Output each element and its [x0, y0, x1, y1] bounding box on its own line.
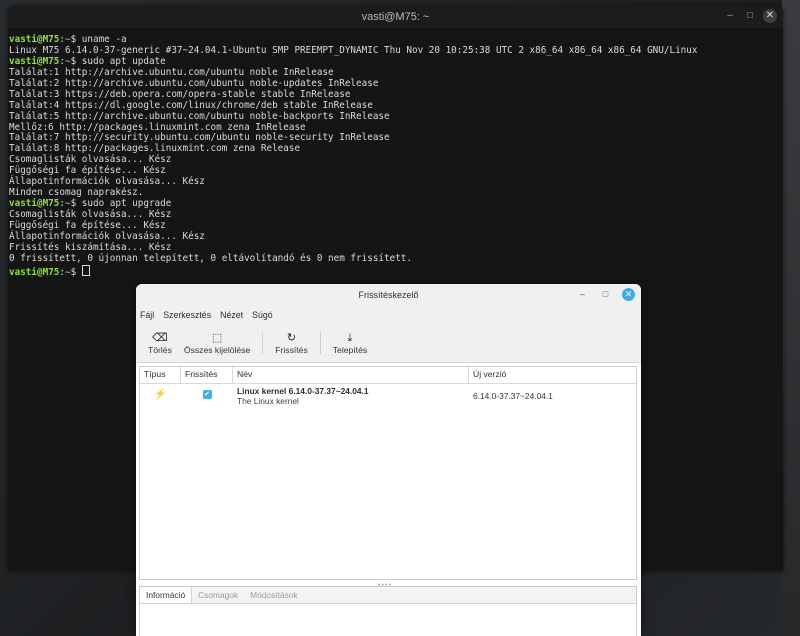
- update-manager-window-controls: ‒ □ ✕: [576, 288, 635, 301]
- prompt-command: sudo apt upgrade: [81, 198, 172, 210]
- prompt-path: ~: [64, 55, 71, 67]
- details-tabbar: Információ Csomagok Módosítások: [140, 587, 636, 604]
- terminal-prompt-line: vasti@M75:~$: [9, 264, 783, 278]
- column-header-name[interactable]: Név: [233, 367, 469, 383]
- details-panel: Információ Csomagok Módosítások: [139, 586, 637, 636]
- name-cell: Linux kernel 6.14.0-37.37~24.04.1 The Li…: [233, 384, 469, 412]
- toolbar-separator: [262, 332, 264, 354]
- terminal-output[interactable]: vasti@M75:~$ uname -a Linux M75 6.14.0-37…: [8, 28, 783, 278]
- prompt-user: vasti@M75: [9, 266, 60, 278]
- update-manager-titlebar[interactable]: Frissítéskezelő ‒ □ ✕: [136, 284, 641, 306]
- prompt-path: ~: [64, 198, 71, 210]
- select-all-button-label: Összes kijelölése: [183, 345, 251, 355]
- menu-help[interactable]: Súgó: [252, 310, 273, 320]
- prompt-command: uname -a: [81, 34, 127, 45]
- terminal-output-line: Találat:3 https://deb.opera.com/opera-st…: [9, 88, 351, 100]
- table-row[interactable]: ⚡ ✔ Linux kernel 6.14.0-37.37~24.04.1 Th…: [140, 384, 636, 412]
- minimize-icon[interactable]: ‒: [576, 288, 589, 301]
- terminal-cursor: [81, 264, 90, 276]
- menubar: Fájl Szerkesztés Nézet Súgó: [136, 306, 641, 324]
- prompt-path: ~: [64, 266, 71, 278]
- tab-packages[interactable]: Csomagok: [192, 587, 244, 603]
- update-checkbox-cell: ✔: [181, 384, 233, 412]
- menu-file[interactable]: Fájl: [140, 310, 154, 320]
- clear-icon: ⌫: [152, 332, 168, 344]
- tab-changes[interactable]: Módosítások: [244, 587, 303, 603]
- refresh-icon: ↻: [286, 332, 297, 344]
- close-icon[interactable]: ✕: [763, 9, 777, 23]
- kernel-icon: ⚡: [154, 389, 167, 400]
- column-header-new-version[interactable]: Új verzió: [469, 367, 636, 383]
- update-checkbox[interactable]: ✔: [202, 390, 212, 399]
- select-all-icon: ⬚: [211, 332, 223, 344]
- select-all-button[interactable]: ⬚ Összes kijelölése: [178, 331, 256, 355]
- list-header: Típus Frissítés Név Új verzió: [140, 367, 636, 384]
- tab-information[interactable]: Információ: [140, 587, 193, 603]
- terminal-output-line: Találat:5 http://archive.ubuntu.com/ubun…: [9, 110, 390, 122]
- update-manager-title: Frissítéskezelő: [358, 290, 419, 300]
- package-description: The Linux kernel: [237, 396, 299, 406]
- column-header-type[interactable]: Típus: [140, 367, 181, 383]
- terminal-output-line: 0 frissített, 0 újonnan telepített, 0 el…: [9, 252, 412, 264]
- updates-list[interactable]: Típus Frissítés Név Új verzió ⚡ ✔ Linux …: [139, 366, 637, 580]
- minimize-icon[interactable]: ‒: [723, 9, 737, 23]
- close-icon[interactable]: ✕: [622, 288, 635, 301]
- update-manager-window[interactable]: Frissítéskezelő ‒ □ ✕ Fájl Szerkesztés N…: [136, 284, 641, 636]
- maximize-icon[interactable]: □: [599, 288, 612, 301]
- clear-button-label: Törlés: [148, 345, 172, 355]
- clear-button[interactable]: ⌫ Törlés: [142, 331, 178, 355]
- terminal-output-line: Találat:4 https://dl.google.com/linux/ch…: [9, 99, 373, 111]
- install-button[interactable]: ⤓ Telepítés: [327, 331, 373, 355]
- prompt-path: ~: [64, 34, 71, 45]
- terminal-title: vasti@M75: ~: [361, 11, 430, 23]
- prompt-user: vasti@M75: [9, 198, 60, 210]
- install-button-label: Telepítés: [332, 345, 368, 355]
- desktop-edge: [782, 0, 800, 636]
- terminal-window-controls: ‒ □ ✕: [723, 9, 777, 23]
- package-name: Linux kernel 6.14.0-37.37~24.04.1: [237, 386, 369, 396]
- prompt-user: vasti@M75: [9, 34, 60, 45]
- column-header-update[interactable]: Frissítés: [181, 367, 233, 383]
- new-version-cell: 6.14.0-37.37~24.04.1: [473, 391, 553, 401]
- refresh-button-label: Frissítés: [275, 345, 308, 355]
- menu-edit[interactable]: Szerkesztés: [163, 310, 211, 320]
- menu-view[interactable]: Nézet: [220, 310, 243, 320]
- toolbar: ⌫ Törlés ⬚ Összes kijelölése ↻ Frissítés…: [136, 324, 641, 363]
- terminal-titlebar[interactable]: vasti@M75: ~ ‒ □ ✕: [8, 6, 783, 28]
- toolbar-separator: [319, 332, 321, 354]
- maximize-icon[interactable]: □: [743, 9, 757, 23]
- refresh-button[interactable]: ↻ Frissítés: [269, 331, 313, 355]
- install-icon: ⤓: [347, 332, 353, 344]
- prompt-command: sudo apt update: [81, 55, 166, 67]
- prompt-user: vasti@M75: [9, 55, 60, 67]
